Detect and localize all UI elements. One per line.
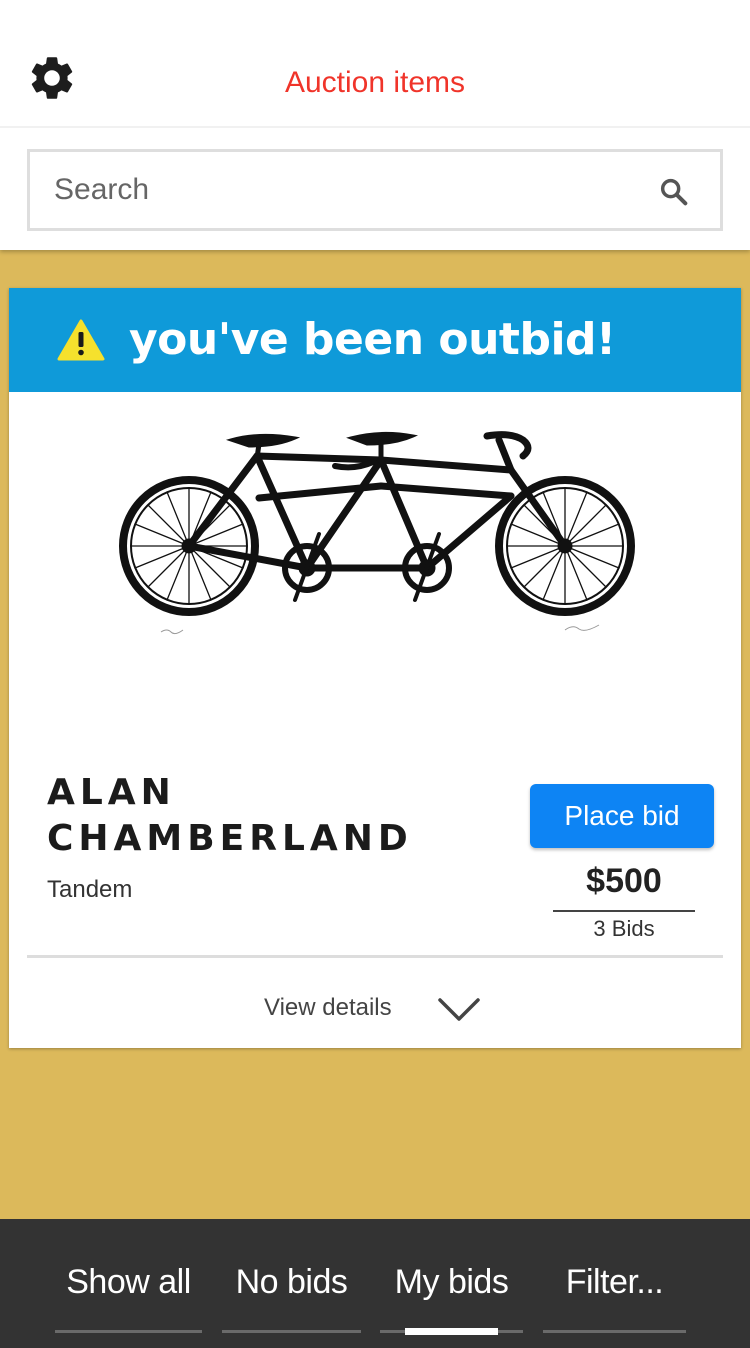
artist-name-line1: ALAN <box>47 772 176 813</box>
filter-tab-bar: Show all No bids My bids Filter... <box>0 1219 750 1348</box>
artist-name-line2: CHAMBERLAND <box>47 818 413 859</box>
tab-underline-active <box>380 1328 523 1335</box>
outbid-message: you've been outbid! <box>129 314 616 365</box>
current-price: $500 <box>586 862 662 900</box>
tab-underline <box>55 1330 202 1333</box>
tab-filter[interactable]: Filter... <box>543 1219 686 1348</box>
tab-label: My bids <box>394 1263 509 1301</box>
view-details-toggle[interactable]: View details <box>9 982 741 1042</box>
tab-label: Show all <box>66 1263 191 1301</box>
outbid-banner: you've been outbid! <box>9 288 741 392</box>
tab-label: No bids <box>235 1263 348 1301</box>
tab-show-all[interactable]: Show all <box>55 1219 202 1348</box>
tab-no-bids[interactable]: No bids <box>222 1219 361 1348</box>
app-header: Auction items <box>0 0 750 250</box>
warning-icon <box>57 318 105 362</box>
page-title: Auction items <box>284 66 466 99</box>
tab-underline <box>543 1330 686 1333</box>
bid-count: 3 Bids <box>593 916 655 941</box>
search-icon[interactable] <box>658 176 690 208</box>
place-bid-button[interactable]: Place bid <box>530 784 714 848</box>
view-details-label: View details <box>264 994 392 1021</box>
tab-underline <box>222 1330 361 1333</box>
price-divider <box>553 910 695 912</box>
search-box <box>27 149 723 231</box>
tab-label: Filter... <box>565 1263 664 1301</box>
auction-item-card: you've been outbid! ALAN CHAMBERLAND Tan… <box>9 288 741 1048</box>
tab-my-bids[interactable]: My bids <box>380 1219 523 1348</box>
artist-name: ALAN CHAMBERLAND <box>47 770 413 862</box>
card-divider <box>27 955 723 958</box>
chevron-down-icon <box>437 996 481 1024</box>
tandem-bicycle-image[interactable] <box>119 426 639 646</box>
header-divider <box>0 126 750 128</box>
item-title: Tandem <box>47 876 133 903</box>
search-input[interactable] <box>30 152 630 228</box>
